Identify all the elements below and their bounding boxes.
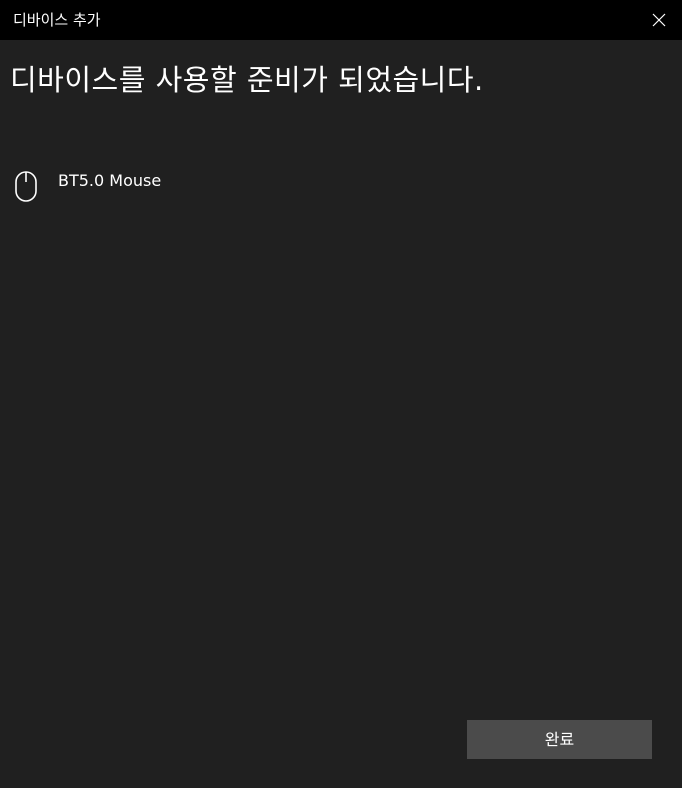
title-bar: 디바이스 추가 (0, 0, 682, 40)
mouse-icon (15, 171, 37, 202)
device-name: BT5.0 Mouse (58, 171, 162, 190)
done-button[interactable]: 완료 (467, 720, 652, 759)
device-list-item: BT5.0 Mouse (0, 160, 682, 210)
close-button[interactable] (636, 0, 682, 40)
add-device-window: 디바이스 추가 디바이스를 사용할 준비가 되었습니다. BT5.0 Mouse… (0, 0, 682, 788)
status-heading: 디바이스를 사용할 준비가 되었습니다. (10, 63, 484, 97)
window-title: 디바이스 추가 (13, 11, 101, 29)
close-icon (652, 13, 666, 27)
